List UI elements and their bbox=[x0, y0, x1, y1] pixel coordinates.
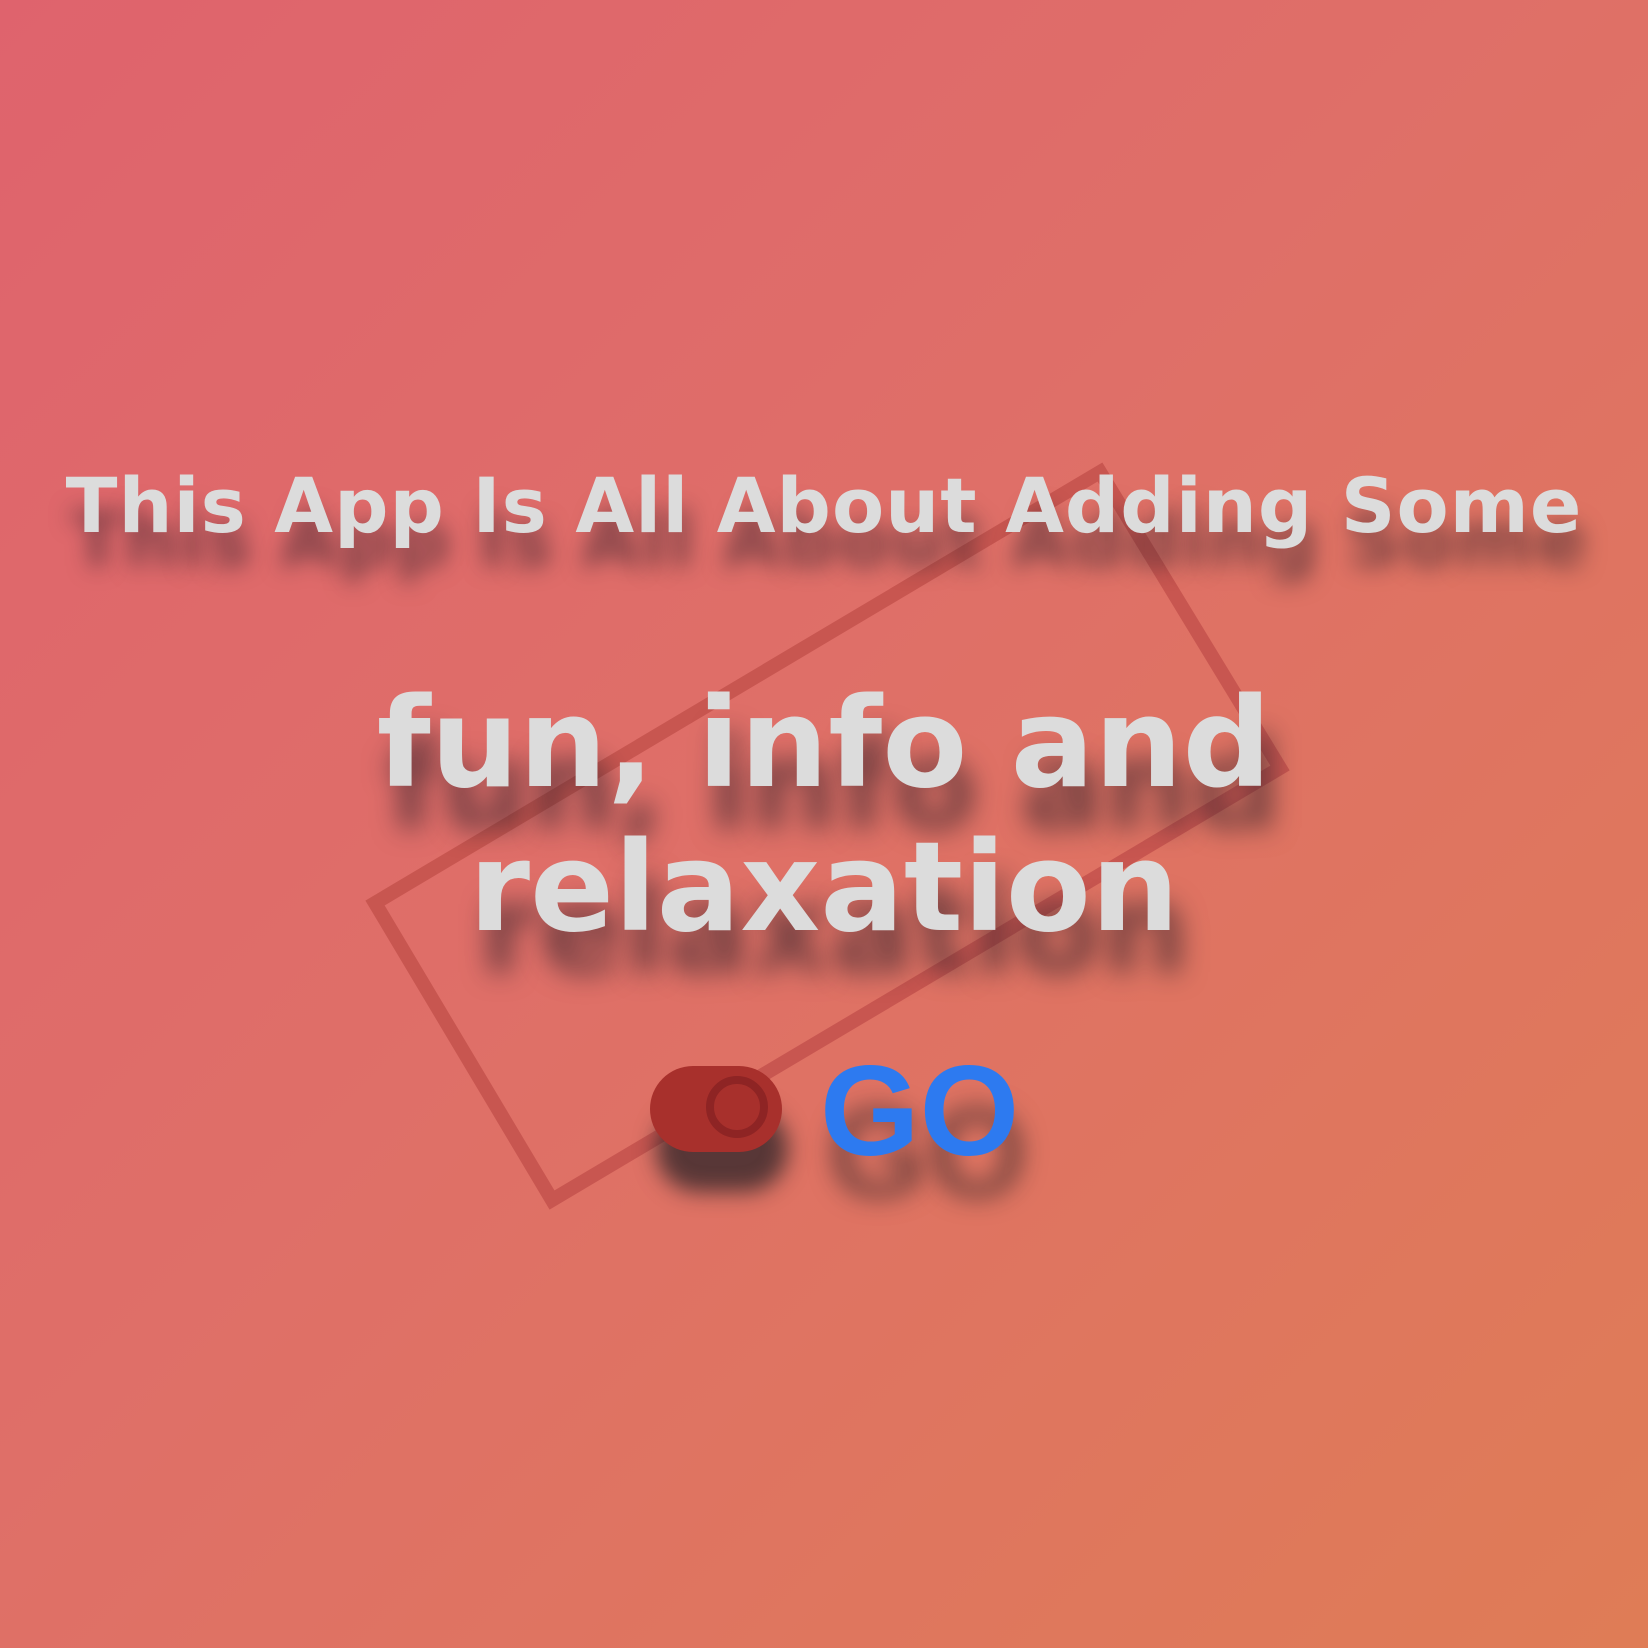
toggle-switch[interactable] bbox=[650, 1066, 782, 1152]
toggle-knob[interactable] bbox=[706, 1076, 768, 1138]
splash-screen: This App Is All About Adding Some fun, i… bbox=[0, 0, 1648, 1648]
go-button[interactable]: GO bbox=[812, 1048, 1027, 1176]
intro-hero-text: fun, info and relaxation bbox=[376, 672, 1272, 960]
action-row: GO bbox=[0, 1048, 1648, 1176]
intro-tagline: This App Is All About Adding Some bbox=[65, 461, 1583, 550]
